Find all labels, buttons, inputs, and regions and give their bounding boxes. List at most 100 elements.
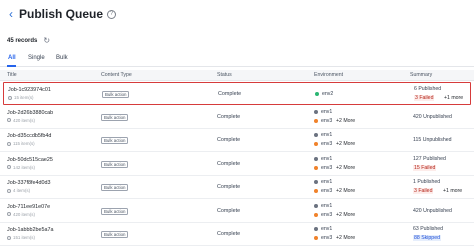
environment-item: env3 — [314, 188, 332, 194]
item-count: 142 item(s) — [7, 165, 35, 170]
job-title-link[interactable]: Job-2d26b3880cab — [7, 110, 53, 116]
tab-single[interactable]: Single — [28, 55, 45, 61]
summary-item: 115 Unpublished — [413, 137, 452, 143]
environment-more-link[interactable]: +2 More — [336, 212, 355, 218]
summary-item: 63 Published — [413, 226, 443, 232]
environment-item: env1 — [314, 226, 332, 232]
job-title-link[interactable]: Job-711ee91e07e — [7, 204, 50, 210]
item-count: 420 item(s) — [7, 118, 35, 123]
environment-name: env1 — [321, 155, 333, 162]
summary-item: 15 Failed — [413, 164, 437, 171]
item-count-label: 115 item(s) — [13, 141, 35, 146]
table-row[interactable]: Job-50dc515cae25 142 item(s) Bulk action Co… — [0, 153, 474, 176]
environment-dot-icon — [314, 118, 318, 123]
environment-name: env3 — [321, 117, 333, 124]
records-count: 45 records — [7, 38, 38, 44]
environment-name: env1 — [321, 132, 333, 138]
environment-dot-icon — [314, 156, 318, 161]
item-count-label: 15 item(s) — [14, 95, 34, 100]
environment-item: env2 — [315, 91, 333, 97]
summary-item: 1 Published — [413, 179, 441, 185]
item-count: 115 item(s) — [7, 141, 35, 146]
content-type-badge: Bulk action — [101, 207, 129, 215]
column-header-environment[interactable]: Environment — [314, 72, 343, 78]
environment-more-link[interactable]: +2 More — [336, 141, 355, 147]
content-type-badge: Bulk action — [101, 137, 129, 144]
column-header-status[interactable]: Status — [217, 72, 232, 78]
clock-icon — [7, 141, 11, 146]
clock-icon — [7, 118, 11, 122]
summary-item: 420 Unpublished — [413, 113, 452, 120]
status-text: Complete — [217, 231, 241, 237]
environment-item: env1 — [314, 203, 332, 209]
environment-item: env1 — [314, 156, 332, 162]
back-icon[interactable]: ‹ — [6, 7, 16, 21]
content-type-badge: Bulk action — [101, 231, 129, 238]
clock-icon — [7, 165, 11, 169]
summary-more-link[interactable]: +1 more — [443, 188, 462, 194]
environment-dot-icon — [314, 227, 318, 231]
environment-more-link[interactable]: +2 More — [336, 165, 355, 171]
environment-item: env3 — [314, 118, 332, 124]
environment-dot-icon — [314, 236, 318, 240]
item-count-label: 420 item(s) — [13, 211, 35, 217]
environment-more-link[interactable]: +2 More — [336, 235, 355, 241]
job-title-link[interactable]: Job-d35ccdb5fb4d — [7, 133, 51, 139]
job-title-link[interactable]: Job-337f8fe4d0d3 — [7, 180, 50, 186]
environment-name: env1 — [321, 202, 333, 209]
column-header-summary[interactable]: Summary — [410, 72, 432, 78]
clock-icon — [7, 188, 11, 193]
environment-dot-icon — [314, 165, 318, 170]
summary-item: 3 Failed — [413, 188, 434, 194]
environment-more-link[interactable]: +2 More — [336, 118, 355, 124]
table-row[interactable]: Job-2d26b3880cab 420 item(s) Bulk action Co… — [0, 106, 474, 129]
help-icon[interactable]: ? — [107, 9, 117, 19]
environment-name: env3 — [321, 164, 333, 171]
environment-dot-icon — [314, 189, 318, 193]
summary-item: 420 Unpublished — [413, 207, 452, 214]
environment-dot-icon — [314, 180, 318, 184]
item-count-label: 142 item(s) — [13, 164, 35, 170]
environment-dot-icon — [315, 92, 319, 96]
environment-name: env1 — [321, 226, 333, 232]
table-row[interactable]: Job-711ee91e07e 420 item(s) Bulk action Com… — [0, 200, 474, 223]
item-count: 15 item(s) — [8, 95, 34, 100]
tab-bulk[interactable]: Bulk — [56, 55, 68, 61]
refresh-icon[interactable]: ↻ — [43, 37, 50, 45]
item-count-label: 151 item(s) — [13, 235, 35, 240]
item-count: 151 item(s) — [7, 235, 35, 240]
environment-dot-icon — [314, 133, 318, 137]
content-type-badge: Bulk action — [101, 184, 129, 191]
records-bar: 45 records ↻ — [7, 36, 50, 46]
status-text: Complete — [217, 184, 241, 190]
job-title-link[interactable]: Job-1c923974c01 — [8, 87, 51, 93]
status-text: Complete — [217, 207, 241, 214]
table-row[interactable]: Job-1abbb2be5a7a 151 item(s) Bulk action Co… — [0, 223, 474, 246]
column-header-title[interactable]: Title — [7, 72, 17, 78]
environment-item: env1 — [314, 132, 332, 138]
environment-dot-icon — [314, 212, 318, 217]
table-row-selected[interactable]: Job-1c923974c01 15 item(s) Bulk action Comp… — [3, 82, 471, 105]
table-header: Title Content Type Status Environment Su… — [0, 70, 474, 81]
column-header-content-type[interactable]: Content Type — [101, 72, 132, 78]
summary-item: 127 Published — [413, 155, 446, 162]
environment-name: env2 — [322, 91, 334, 97]
job-title-link[interactable]: Job-1abbb2be5a7a — [7, 227, 53, 233]
status-text: Complete — [218, 91, 242, 97]
environment-name: env3 — [321, 211, 333, 218]
job-title-link[interactable]: Job-50dc515cae25 — [7, 157, 53, 163]
active-tab-indicator — [7, 65, 16, 67]
table-row[interactable]: Job-337f8fe4d0d3 4 item(s) Bulk action Comp… — [0, 176, 474, 199]
environment-name: env1 — [321, 179, 333, 185]
environment-dot-icon — [314, 142, 318, 146]
table-row[interactable]: Job-d35ccdb5fb4d 115 item(s) Bulk action Co… — [0, 129, 474, 152]
summary-more-link[interactable]: +1 more — [444, 95, 463, 101]
item-count: 420 item(s) — [7, 212, 35, 217]
summary-item: 6 Published — [414, 86, 442, 92]
environment-item: env3 — [314, 235, 332, 241]
tab-all[interactable]: All — [8, 55, 16, 61]
summary-item: 88 Skipped — [413, 235, 441, 241]
environment-more-link[interactable]: +2 More — [336, 188, 355, 194]
environment-dot-icon — [314, 109, 318, 114]
clock-icon — [8, 95, 12, 100]
